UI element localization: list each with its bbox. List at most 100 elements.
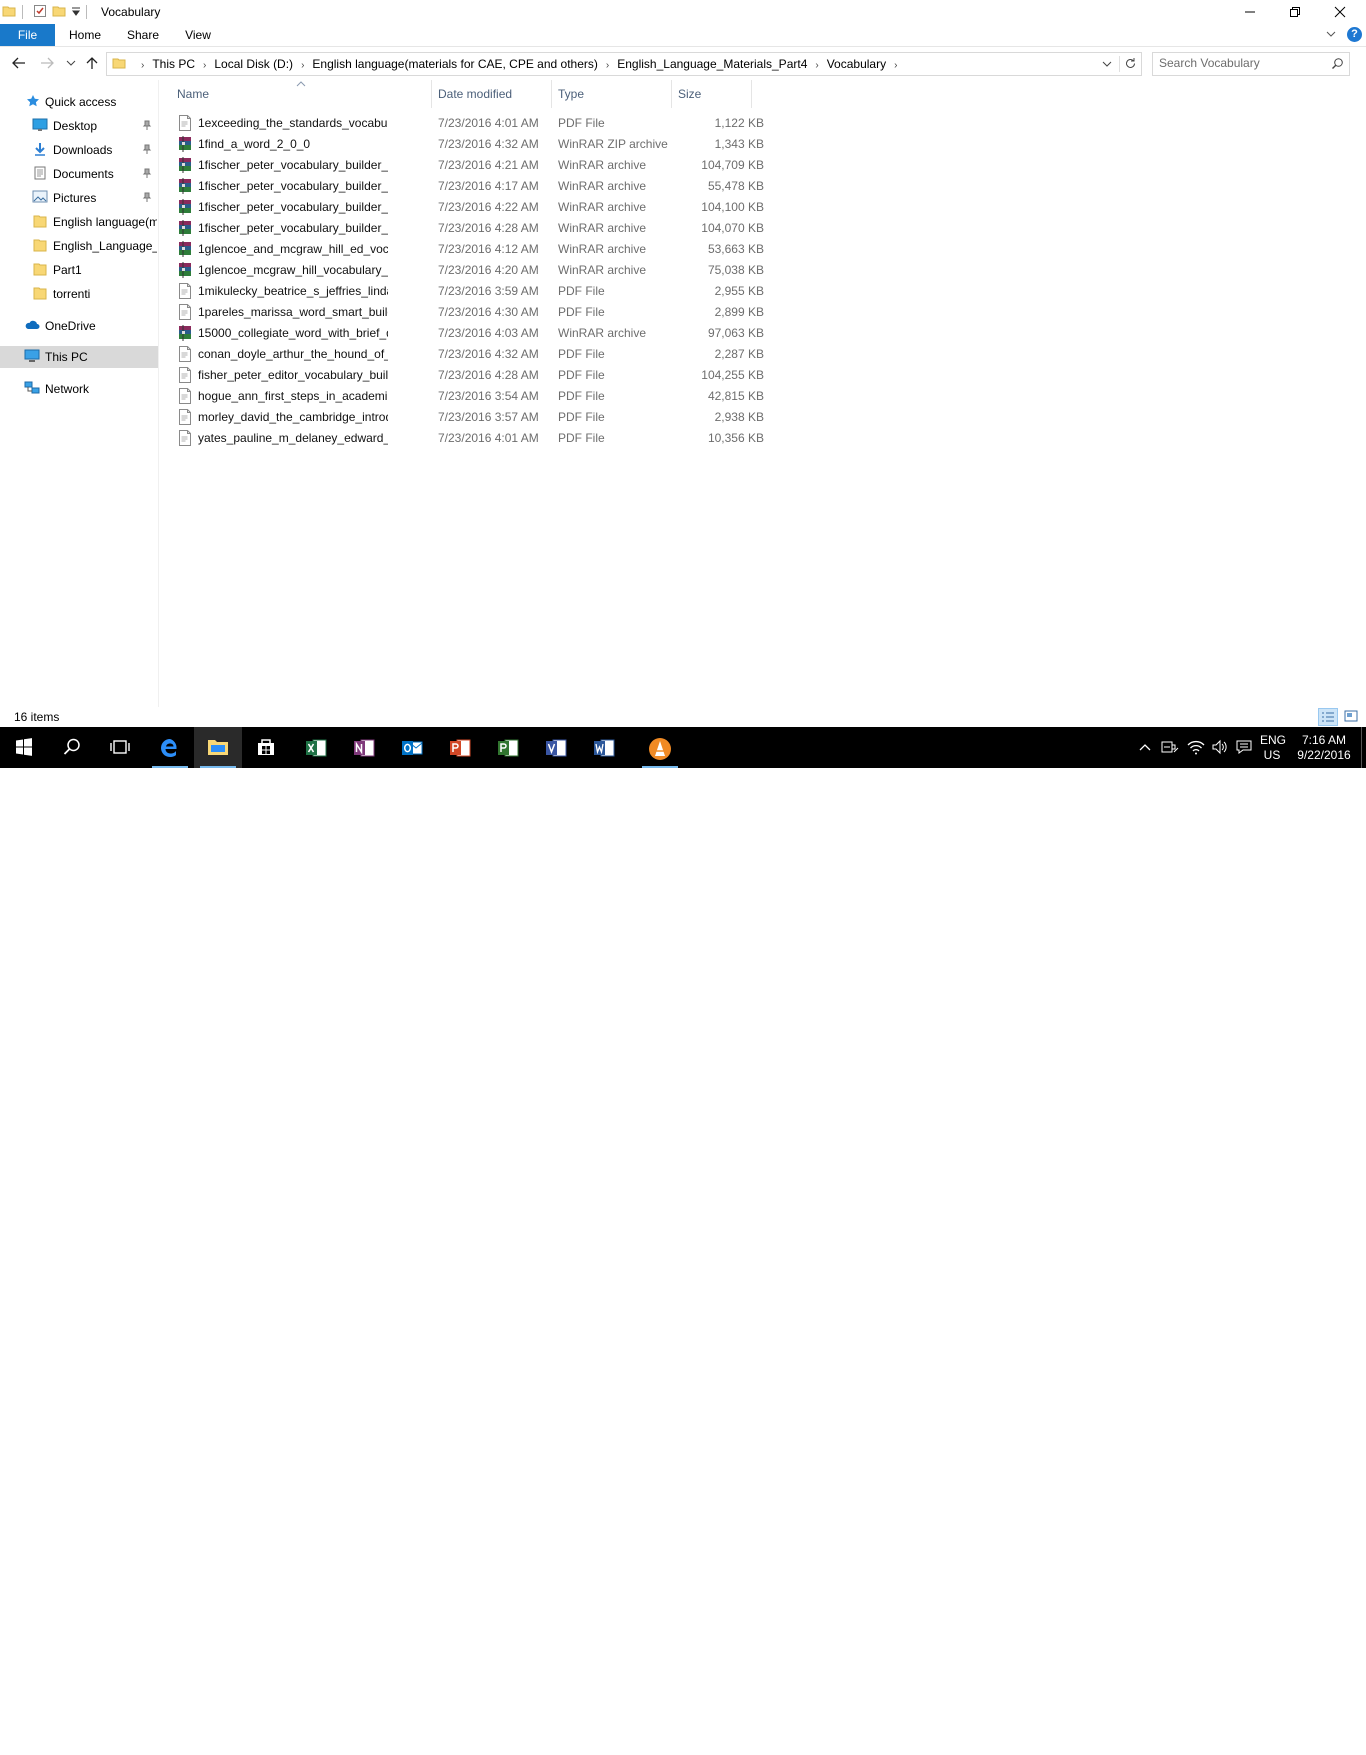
chevron-right-icon[interactable]: ›: [203, 55, 206, 77]
large-icons-view-button[interactable]: [1342, 708, 1362, 726]
nav-pictures[interactable]: Pictures: [0, 187, 158, 209]
restore-button[interactable]: [1272, 0, 1317, 24]
nav-english-language[interactable]: English language(m: [0, 211, 158, 233]
tab-view[interactable]: View: [178, 24, 218, 46]
search-box[interactable]: [1152, 52, 1350, 76]
file-row[interactable]: 1find_a_word_2_0_0 7/23/2016 4:32 AM WinRA…: [160, 133, 764, 154]
column-date-modified[interactable]: Date modified: [431, 80, 551, 108]
customize-qat-icon[interactable]: [71, 7, 81, 17]
edge-button[interactable]: [146, 727, 194, 768]
store-button[interactable]: [242, 727, 290, 768]
nav-english-language-materials[interactable]: English_Language_I: [0, 235, 158, 257]
file-row[interactable]: 1pareles_marissa_word_smart_building_a..…: [160, 301, 764, 322]
vlc-icon: [649, 738, 671, 760]
refresh-icon[interactable]: [1124, 57, 1137, 70]
chevron-right-icon[interactable]: ›: [894, 55, 897, 77]
nav-part1[interactable]: Part1: [0, 259, 158, 281]
pane-splitter[interactable]: [158, 80, 159, 707]
wifi-icon[interactable]: [1187, 739, 1205, 755]
pin-icon[interactable]: [142, 144, 152, 154]
nav-quick-access[interactable]: Quick access: [0, 91, 158, 113]
forward-arrow-icon[interactable]: [39, 55, 55, 71]
close-button[interactable]: [1317, 0, 1362, 24]
file-row[interactable]: 1fischer_peter_vocabulary_builder_cours.…: [160, 196, 764, 217]
outlook-button[interactable]: [388, 727, 436, 768]
search-taskbar-button[interactable]: [48, 727, 96, 768]
chevron-right-icon[interactable]: ›: [815, 55, 818, 77]
column-divider[interactable]: [751, 80, 752, 108]
new-folder-icon[interactable]: [52, 4, 66, 18]
file-row[interactable]: conan_doyle_arthur_the_hound_of_the_b...…: [160, 343, 764, 364]
details-view-button[interactable]: [1318, 708, 1338, 726]
search-input[interactable]: [1159, 55, 1319, 71]
nav-downloads[interactable]: Downloads: [0, 139, 158, 161]
powerpoint-button[interactable]: [436, 727, 484, 768]
search-icon[interactable]: [1331, 57, 1344, 70]
up-arrow-icon[interactable]: [84, 55, 100, 71]
tab-file[interactable]: File: [0, 24, 55, 46]
nav-network[interactable]: Network: [0, 378, 158, 400]
crumb-local-disk[interactable]: Local Disk (D:): [214, 57, 293, 71]
vlc-button[interactable]: [636, 727, 684, 768]
minimize-button[interactable]: [1227, 0, 1272, 24]
file-row[interactable]: 15000_collegiate_word_with_brief_definit…: [160, 322, 764, 343]
properties-icon[interactable]: [33, 4, 47, 18]
pin-icon[interactable]: [142, 120, 152, 130]
nav-documents[interactable]: Documents: [0, 163, 158, 185]
file-type: PDF File: [558, 284, 605, 298]
word-button[interactable]: [580, 727, 628, 768]
volume-icon[interactable]: [1211, 739, 1229, 755]
crumb-vocabulary[interactable]: Vocabulary: [827, 57, 886, 71]
file-row[interactable]: 1glencoe_mcgraw_hill_vocabulary_build...…: [160, 259, 764, 280]
visio-button[interactable]: [532, 727, 580, 768]
address-bar[interactable]: › This PC › Local Disk (D:) › English languag…: [106, 52, 1142, 76]
file-row[interactable]: 1fischer_peter_vocabulary_builder_cours.…: [160, 175, 764, 196]
power-icon[interactable]: [1161, 739, 1179, 755]
chevron-right-icon[interactable]: ›: [606, 55, 609, 77]
file-row[interactable]: hogue_ann_first_steps_in_academic_writi.…: [160, 385, 764, 406]
nav-onedrive[interactable]: OneDrive: [0, 315, 158, 337]
file-row[interactable]: yates_pauline_m_delaney_edward_n_basi...…: [160, 427, 764, 448]
recent-locations-icon[interactable]: [66, 58, 76, 68]
excel-button[interactable]: [292, 727, 340, 768]
crumb-this-pc[interactable]: This PC: [152, 57, 195, 71]
back-arrow-icon[interactable]: [11, 55, 27, 71]
nav-this-pc[interactable]: This PC: [0, 346, 158, 368]
tab-share[interactable]: Share: [122, 24, 164, 46]
task-view-button[interactable]: [96, 727, 144, 768]
help-button[interactable]: ?: [1347, 27, 1362, 42]
file-row[interactable]: 1mikulecky_beatrice_s_jeffries_linda_adv…: [160, 280, 764, 301]
address-dropdown-icon[interactable]: [1102, 59, 1112, 69]
file-row[interactable]: 1fischer_peter_vocabulary_builder_cours.…: [160, 217, 764, 238]
clock[interactable]: 7:16 AM 9/22/2016: [1294, 733, 1354, 763]
tab-home[interactable]: Home: [64, 24, 106, 46]
column-size[interactable]: Size: [671, 80, 751, 108]
file-row[interactable]: fisher_peter_editor_vocabulary_builder_c…: [160, 364, 764, 385]
column-name[interactable]: Name: [170, 80, 432, 108]
show-desktop-button[interactable]: [1361, 727, 1362, 768]
onenote-button[interactable]: [340, 727, 388, 768]
language-indicator[interactable]: ENG US: [1260, 733, 1286, 763]
pin-icon[interactable]: [142, 192, 152, 202]
folder-icon: [33, 214, 47, 228]
keyboard-layout: US: [1263, 748, 1281, 762]
file-row[interactable]: 1glencoe_and_mcgraw_hill_ed_vocabular...…: [160, 238, 764, 259]
project-button[interactable]: [484, 727, 532, 768]
chevron-up-icon[interactable]: [1138, 741, 1152, 755]
file-row[interactable]: 1exceeding_the_standards_vocabulary_sp..…: [160, 112, 764, 133]
nav-torrenti[interactable]: torrenti: [0, 283, 158, 305]
crumb-english-language[interactable]: English language(materials for CAE, CPE …: [312, 57, 597, 71]
pin-icon[interactable]: [142, 168, 152, 178]
file-row[interactable]: 1fischer_peter_vocabulary_builder_cours.…: [160, 154, 764, 175]
file-row[interactable]: morley_david_the_cambridge_introducti...…: [160, 406, 764, 427]
action-center-icon[interactable]: [1235, 739, 1253, 755]
chevron-right-icon[interactable]: ›: [301, 55, 304, 77]
start-button[interactable]: [0, 727, 48, 768]
crumb-materials-part4[interactable]: English_Language_Materials_Part4: [617, 57, 807, 71]
file-explorer-button[interactable]: [194, 727, 242, 768]
nav-desktop[interactable]: Desktop: [0, 115, 158, 137]
expand-ribbon-icon[interactable]: [1324, 27, 1338, 41]
outlook-icon: [402, 741, 423, 755]
chevron-right-icon[interactable]: ›: [141, 55, 144, 77]
column-type[interactable]: Type: [551, 80, 671, 108]
